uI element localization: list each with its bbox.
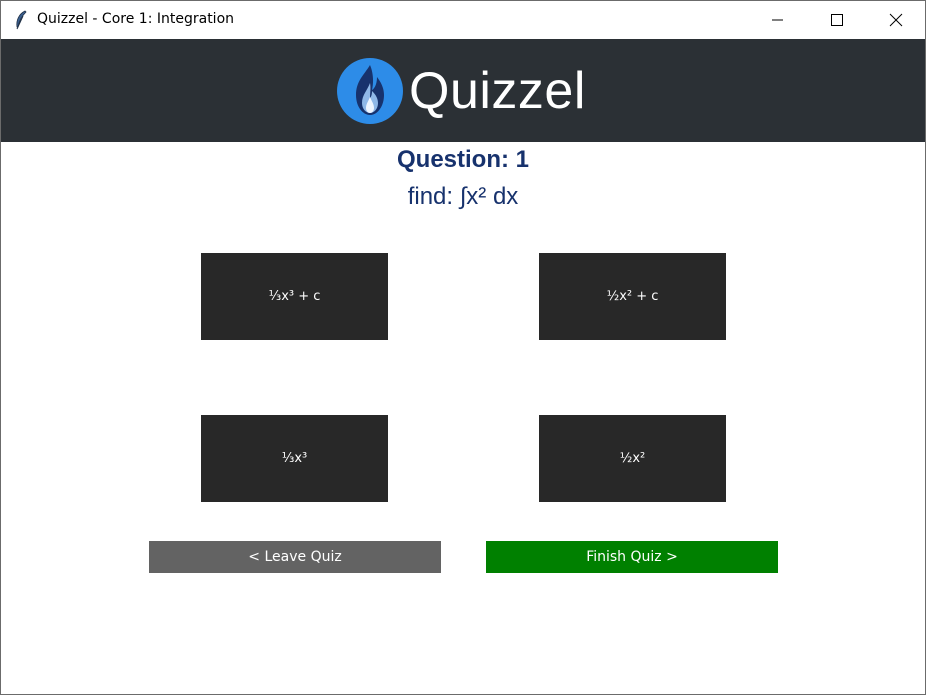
answer-button-1[interactable]: ⅓x³ + c <box>201 253 388 340</box>
feather-icon <box>16 10 27 30</box>
app-window: Quizzel - Core 1: Integration Quizzel Qu… <box>0 0 926 695</box>
minimize-button[interactable] <box>749 1 807 39</box>
brand-name: Quizzel <box>409 62 586 120</box>
close-button[interactable] <box>867 1 925 39</box>
answer-button-4[interactable]: ½x² <box>539 415 726 502</box>
maximize-icon <box>831 14 843 26</box>
minimize-icon <box>772 19 783 21</box>
maximize-button[interactable] <box>808 1 866 39</box>
flame-icon <box>337 58 403 124</box>
close-icon <box>889 13 903 27</box>
finish-quiz-button[interactable]: Finish Quiz > <box>486 541 778 573</box>
window-title: Quizzel - Core 1: Integration <box>37 11 235 27</box>
question-text: find: ∫x² dx <box>407 183 519 210</box>
answer-button-3[interactable]: ⅓x³ <box>201 415 388 502</box>
title-bar[interactable]: Quizzel - Core 1: Integration <box>1 1 925 39</box>
leave-quiz-button[interactable]: < Leave Quiz <box>149 541 441 573</box>
question-number: Question: 1 <box>396 146 529 173</box>
answer-button-2[interactable]: ½x² + c <box>539 253 726 340</box>
